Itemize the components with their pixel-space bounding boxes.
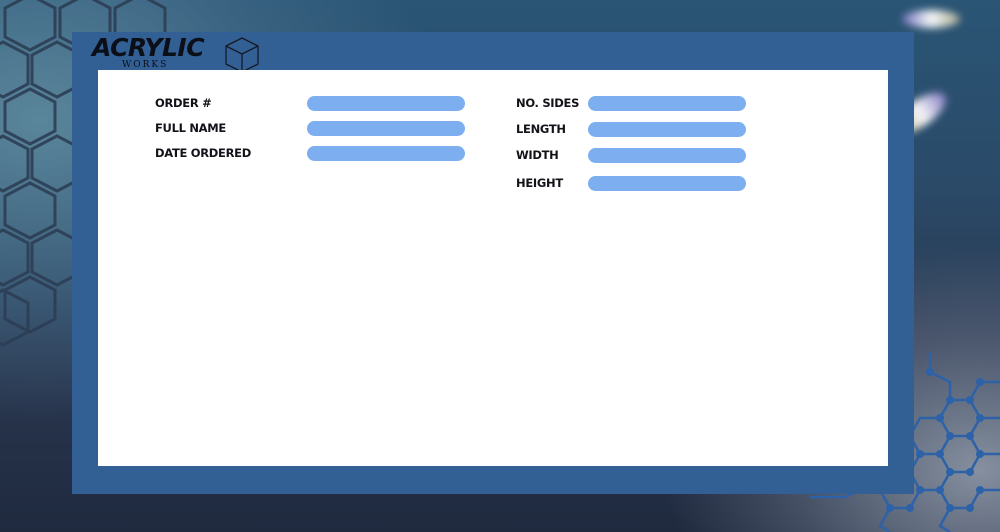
order-number-label: ORDER #	[155, 96, 212, 110]
date-ordered-input[interactable]	[307, 146, 465, 161]
height-input[interactable]	[588, 176, 746, 191]
full-name-input[interactable]	[307, 121, 465, 136]
length-label: LENGTH	[516, 122, 566, 136]
order-number-field: ORDER #	[155, 94, 475, 112]
no-sides-field: NO. SIDES	[516, 94, 756, 112]
date-ordered-label: DATE ORDERED	[155, 146, 251, 160]
brand-logo: ACRYLIC WORKS	[92, 33, 259, 73]
no-sides-label: NO. SIDES	[516, 96, 580, 110]
height-field: HEIGHT	[516, 174, 756, 192]
order-number-input[interactable]	[307, 96, 465, 111]
no-sides-input[interactable]	[588, 96, 746, 111]
order-form-frame: ACRYLIC WORKS ORDER # FULL NAME DATE ORD…	[72, 32, 914, 494]
length-input[interactable]	[588, 122, 746, 137]
full-name-field: FULL NAME	[155, 119, 475, 137]
brand-title: ACRYLIC	[92, 33, 205, 62]
light-glare	[902, 10, 960, 28]
width-label: WIDTH	[516, 148, 559, 162]
full-name-label: FULL NAME	[155, 121, 226, 135]
date-ordered-field: DATE ORDERED	[155, 144, 475, 162]
width-input[interactable]	[588, 148, 746, 163]
brand-subtitle: WORKS	[122, 60, 169, 70]
form-sheet: ORDER # FULL NAME DATE ORDERED NO. SIDES…	[98, 70, 888, 466]
width-field: WIDTH	[516, 146, 756, 164]
cube-icon	[225, 37, 259, 73]
length-field: LENGTH	[516, 120, 756, 138]
height-label: HEIGHT	[516, 176, 563, 190]
